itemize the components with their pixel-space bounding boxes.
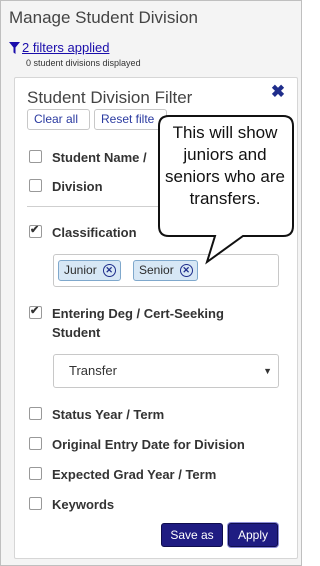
filter-row-original-entry[interactable]: Original Entry Date for Division (29, 435, 245, 454)
remove-tag-icon[interactable]: ✕ (102, 264, 116, 277)
window-frame: Manage Student Division 2 filters applie… (0, 0, 302, 566)
filter-row-division[interactable]: Division (29, 177, 103, 196)
clear-all-button[interactable]: Clear all (27, 109, 90, 130)
apply-button[interactable]: Apply (228, 523, 278, 547)
callout-text: This will show juniors and seniors who a… (164, 123, 285, 208)
tag-label: Junior (64, 263, 97, 277)
checkbox[interactable] (29, 437, 42, 450)
filter-row-entering-deg[interactable]: Entering Deg / Cert-Seeking Student (29, 304, 249, 342)
filter-label: Expected Grad Year / Term (52, 467, 217, 482)
chevron-down-icon: ▼ (263, 366, 272, 376)
select-value: Transfer (69, 363, 117, 378)
filter-label: Entering Deg / Cert-Seeking Student (52, 306, 224, 340)
filter-label: Student Name / (52, 150, 147, 165)
save-as-button[interactable]: Save as (161, 523, 223, 547)
checkbox-checked[interactable] (29, 304, 42, 319)
entering-deg-select[interactable]: Transfer ▼ (53, 354, 279, 388)
checkbox[interactable] (29, 150, 42, 163)
checkbox[interactable] (29, 497, 42, 510)
filter-row-classification[interactable]: Classification (29, 223, 137, 242)
filter-funnel-icon (9, 41, 20, 54)
filter-row-status-year[interactable]: Status Year / Term (29, 405, 164, 424)
filter-label: Classification (52, 225, 137, 240)
checkbox-checked[interactable] (29, 223, 42, 238)
filters-applied-label[interactable]: 2 filters applied (22, 40, 109, 55)
filter-row-keywords[interactable]: Keywords (29, 495, 114, 514)
filter-panel-title: Student Division Filter (27, 88, 193, 107)
checkbox[interactable] (29, 467, 42, 480)
remove-tag-icon[interactable]: ✕ (179, 264, 193, 277)
filter-row-student-name[interactable]: Student Name / (29, 148, 147, 167)
tag-junior: Junior ✕ (58, 260, 121, 281)
checkbox[interactable] (29, 407, 42, 420)
filter-label: Division (52, 179, 103, 194)
checkbox[interactable] (29, 179, 42, 192)
filter-label: Original Entry Date for Division (52, 437, 245, 452)
filter-row-expected-grad[interactable]: Expected Grad Year / Term (29, 465, 216, 484)
page-title: Manage Student Division (9, 8, 199, 27)
filter-label: Status Year / Term (52, 407, 165, 422)
filters-applied-link[interactable]: 2 filters applied (9, 40, 109, 55)
filter-label: Keywords (52, 497, 115, 512)
results-count: 0 student divisions displayed (26, 58, 141, 68)
close-icon[interactable]: ✖ (269, 83, 287, 101)
annotation-callout: This will show juniors and seniors who a… (155, 114, 295, 265)
